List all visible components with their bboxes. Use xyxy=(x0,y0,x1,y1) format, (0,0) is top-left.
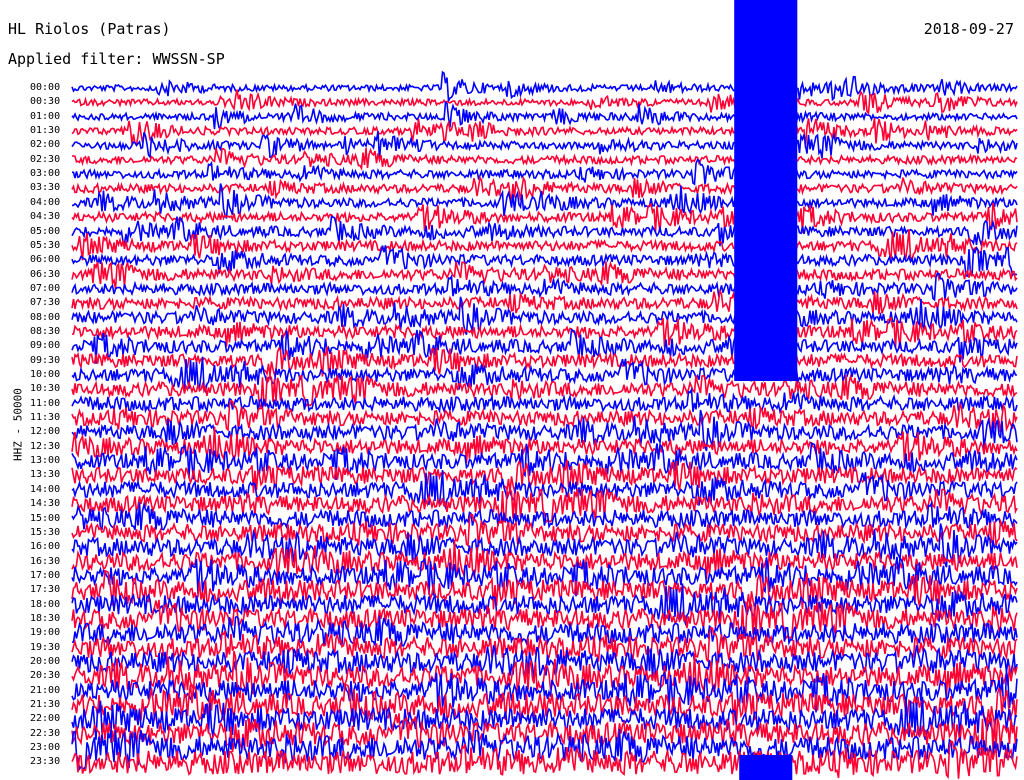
trace-row xyxy=(71,147,1018,171)
event-signal-tail xyxy=(739,755,793,780)
trace-row xyxy=(71,387,1018,415)
trace-row xyxy=(71,89,1018,115)
trace-row xyxy=(71,175,1018,202)
event-signal xyxy=(734,0,798,381)
trace-row xyxy=(71,158,1018,186)
helicorder-plot xyxy=(71,0,1018,780)
